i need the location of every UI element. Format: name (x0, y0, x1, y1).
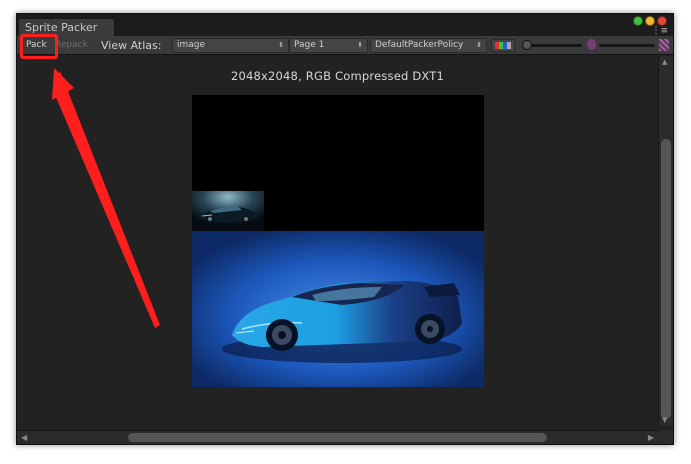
zoom-button[interactable] (633, 16, 643, 26)
repack-label: Repack (55, 40, 88, 50)
scroll-left-icon[interactable]: ◀ (21, 433, 27, 442)
car-thumbnail-image (192, 191, 264, 231)
vertical-scrollbar[interactable]: ▲ ▼ (658, 56, 673, 426)
alpha-icon[interactable] (587, 39, 596, 50)
page-select-value: Page 1 (294, 40, 325, 50)
repack-button[interactable]: Repack (55, 38, 90, 53)
vertical-scroll-thumb[interactable] (661, 139, 671, 419)
title-bar: Sprite Packer ⋮≡ (17, 14, 673, 37)
rgb-channels-icon (495, 42, 511, 49)
mip-slider-handle[interactable] (522, 40, 532, 50)
scroll-down-icon[interactable]: ▼ (662, 416, 667, 424)
atlas-select-value: image (177, 40, 206, 50)
chevron-updown-icon: ⬍ (476, 41, 482, 49)
packer-policy-value: DefaultPackerPolicy (375, 40, 464, 50)
atlas-texture (192, 95, 484, 387)
atlas-select[interactable]: image ⬍ (172, 38, 289, 53)
sprite-car-small (192, 191, 264, 231)
page-select[interactable]: Page 1 ⬍ (289, 38, 368, 53)
close-button[interactable] (657, 16, 667, 26)
zoom-slider-track[interactable] (599, 44, 655, 47)
horizontal-scrollbar[interactable]: ◀ ▶ (17, 430, 658, 444)
sprite-packer-window: Sprite Packer ⋮≡ Pack Repack View Atlas:… (16, 13, 674, 445)
horizontal-scroll-thumb[interactable] (128, 433, 547, 442)
mip-slider-track[interactable] (524, 44, 582, 47)
atlas-preview-area[interactable]: 2048x2048, RGB Compressed DXT1 (17, 56, 658, 426)
toolbar: Pack Repack View Atlas: image ⬍ Page 1 ⬍… (17, 36, 673, 55)
hamburger-menu-icon[interactable]: ⋮≡ (651, 27, 668, 36)
pack-button-highlight (20, 34, 58, 59)
window-controls (633, 16, 667, 26)
scroll-corner (658, 430, 673, 444)
chevron-updown-icon: ⬍ (278, 41, 284, 49)
atlas-info-text: 2048x2048, RGB Compressed DXT1 (230, 69, 445, 83)
scroll-right-icon[interactable]: ▶ (648, 433, 654, 442)
sprite-car-large (192, 231, 484, 387)
view-atlas-label: View Atlas: (101, 39, 162, 52)
minimize-button[interactable] (645, 16, 655, 26)
checkerboard-icon[interactable] (659, 39, 669, 51)
rgb-channels-button[interactable] (491, 39, 515, 52)
packer-policy-select[interactable]: DefaultPackerPolicy ⬍ (370, 38, 487, 53)
scroll-up-icon[interactable]: ▲ (662, 58, 667, 66)
car-image (192, 231, 484, 387)
chevron-updown-icon: ⬍ (357, 41, 363, 49)
